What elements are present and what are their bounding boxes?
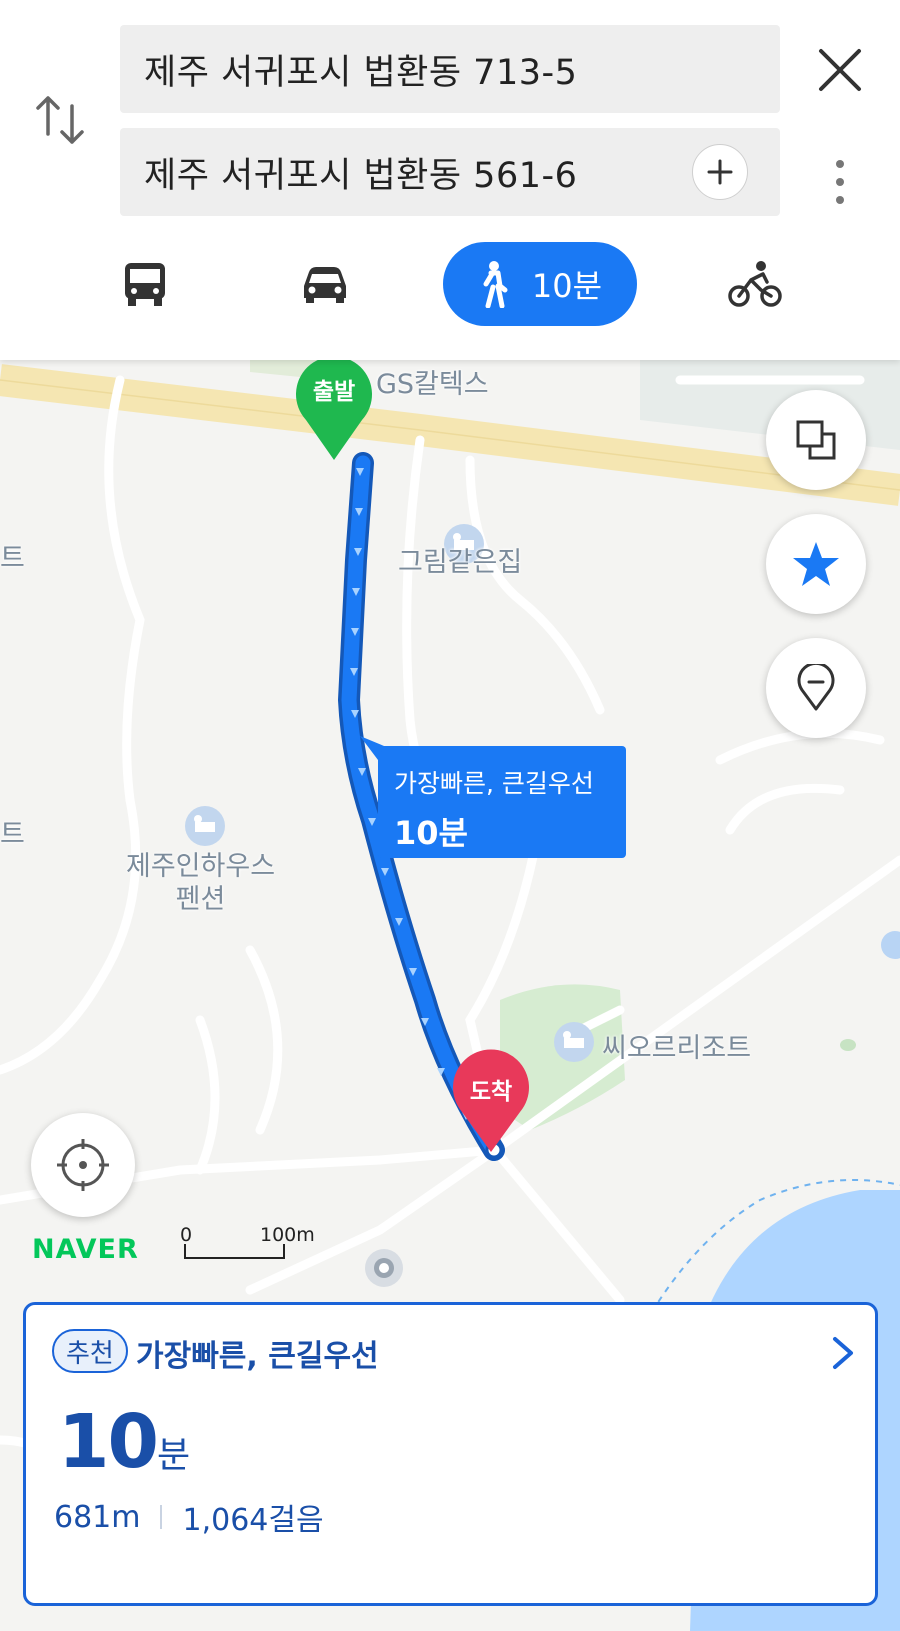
location-pin-icon bbox=[797, 664, 835, 711]
lodging-icon bbox=[554, 1022, 594, 1062]
tab-walk[interactable]: 10분 bbox=[443, 242, 637, 326]
origin-value: 제주 서귀포시 법환동 713-5 bbox=[144, 52, 578, 93]
route-stats: 681m 1,064걸음 bbox=[54, 1495, 324, 1539]
walk-icon bbox=[483, 261, 508, 308]
route-distance: 681m bbox=[54, 1499, 141, 1535]
poi-label-house[interactable]: 그림같은집 bbox=[398, 540, 522, 579]
start-marker-label[interactable]: 출발 bbox=[306, 372, 362, 406]
naver-logo: NAVER bbox=[32, 1234, 139, 1265]
poi-label-resort[interactable]: 씨오르리조트 bbox=[602, 1026, 751, 1065]
destination-input[interactable]: 제주 서귀포시 법환동 561-6 bbox=[120, 128, 780, 216]
map-scale: 0 100m bbox=[180, 1224, 315, 1260]
poi-label-gs[interactable]: GS칼텍스 bbox=[376, 362, 489, 401]
route-bubble-time: 10분 bbox=[394, 814, 468, 852]
tab-bus[interactable] bbox=[110, 242, 180, 326]
duration-unit: 분 bbox=[156, 1435, 191, 1476]
lodging-icon bbox=[185, 806, 225, 846]
poi-label-edge-1: 트 bbox=[0, 543, 25, 574]
transport-mode-tabs: 10분 bbox=[0, 242, 900, 326]
route-card-title: 가장빠른, 큰길우선 bbox=[136, 1339, 379, 1374]
route-summary-card[interactable]: 추천 가장빠른, 큰길우선 10분 681m 1,064걸음 bbox=[23, 1302, 878, 1606]
destination-value: 제주 서귀포시 법환동 561-6 bbox=[144, 155, 578, 196]
more-vertical-icon[interactable] bbox=[826, 158, 854, 208]
add-waypoint-button[interactable] bbox=[692, 144, 748, 200]
stats-divider bbox=[160, 1505, 163, 1529]
bike-icon bbox=[728, 261, 782, 307]
poi-label-edge-2: 트 bbox=[0, 819, 25, 850]
route-bubble-pointer bbox=[360, 736, 384, 760]
route-info-bubble[interactable]: 가장빠른, 큰길우선 10분 bbox=[378, 746, 626, 858]
plus-icon bbox=[707, 159, 733, 185]
tab-bike[interactable] bbox=[720, 242, 790, 326]
swap-arrows-icon[interactable] bbox=[30, 90, 90, 150]
layers-icon bbox=[796, 420, 836, 460]
poi-label-inn[interactable]: 제주인하우스 펜션 bbox=[126, 850, 275, 916]
walk-time-label: 10분 bbox=[531, 267, 603, 305]
origin-input[interactable]: 제주 서귀포시 법환동 713-5 bbox=[120, 25, 780, 113]
favorite-button[interactable] bbox=[766, 514, 866, 614]
bus-icon bbox=[125, 263, 165, 306]
pin-location-button[interactable] bbox=[766, 638, 866, 738]
route-duration: 10분 bbox=[58, 1399, 190, 1485]
current-location-button[interactable] bbox=[31, 1113, 135, 1217]
close-icon[interactable] bbox=[815, 45, 865, 95]
route-bubble-title: 가장빠른, 큰길우선 bbox=[394, 769, 594, 798]
chevron-right-icon[interactable] bbox=[825, 1333, 861, 1373]
car-icon bbox=[304, 267, 346, 303]
current-location-icon bbox=[57, 1139, 109, 1191]
duration-value: 10 bbox=[58, 1399, 159, 1485]
star-icon bbox=[793, 542, 839, 586]
landmark-icon bbox=[365, 1249, 403, 1287]
end-marker-label[interactable]: 도착 bbox=[462, 1072, 520, 1106]
route-search-panel: 제주 서귀포시 법환동 713-5 제주 서귀포시 법환동 561-6 10분 bbox=[0, 0, 900, 360]
tab-car[interactable] bbox=[290, 242, 360, 326]
recommended-badge: 추천 bbox=[52, 1329, 128, 1373]
layers-button[interactable] bbox=[766, 390, 866, 490]
route-steps: 1,064걸음 bbox=[182, 1503, 324, 1538]
